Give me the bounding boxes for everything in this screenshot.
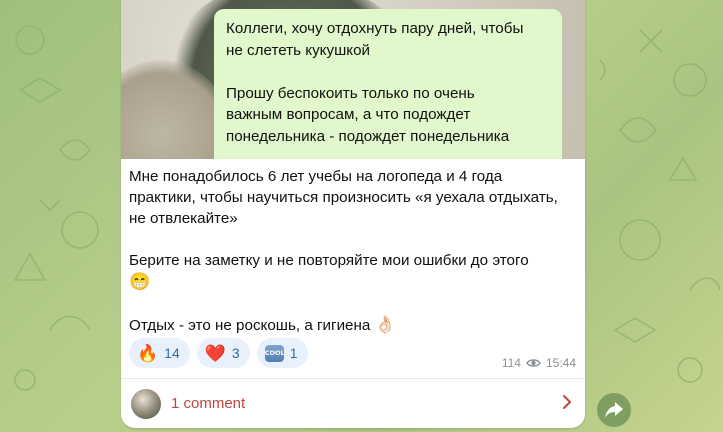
message-paragraph-3: Отдых - это не роскошь, а гигиена 👌🏻: [129, 314, 569, 336]
message-paragraph-3-text: Отдых - это не роскошь, а гигиена: [129, 317, 371, 334]
view-count: 114: [501, 356, 521, 370]
commenter-avatar: [131, 388, 161, 419]
heart-emoji: ❤️: [204, 343, 226, 363]
post-meta: 114 15:44: [502, 356, 576, 370]
comments-button[interactable]: 1 comment: [121, 379, 585, 428]
reactions-bar: 🔥 14 ❤️ 3 COOL 1: [129, 338, 308, 368]
channel-post: Коллеги, хочу отдохнуть пару дней, чтобы…: [121, 0, 585, 428]
message-paragraph-2-text: Берите на заметку и не повторяйте мои ош…: [129, 252, 529, 269]
comments-label: 1 comment: [171, 395, 246, 412]
quote-paragraph-1: Коллеги, хочу отдохнуть пару дней, чтобы…: [226, 20, 524, 59]
post-photo[interactable]: Коллеги, хочу отдохнуть пару дней, чтобы…: [121, 0, 585, 159]
reaction-count: 14: [164, 345, 180, 361]
chevron-right-icon: [563, 395, 571, 409]
share-arrow-icon: [605, 402, 623, 418]
reaction-count: 3: [231, 345, 240, 361]
message-paragraph-2: Берите на заметку и не повторяйте мои ош…: [129, 250, 569, 293]
reaction-heart[interactable]: ❤️ 3: [196, 338, 250, 368]
photo-quoted-message: Коллеги, хочу отдохнуть пару дней, чтобы…: [214, 9, 562, 159]
grin-emoji: 😁: [129, 272, 151, 291]
cool-emoji: COOL: [264, 344, 285, 362]
reaction-count: 1: [289, 345, 298, 361]
post-time: 15:44: [545, 356, 576, 370]
eye-icon: [526, 359, 541, 367]
ok-hand-emoji: 👌🏻: [374, 315, 396, 334]
reaction-cool[interactable]: COOL 1: [256, 338, 308, 368]
quote-paragraph-2: Прошу беспокоить только по очень важным …: [226, 84, 510, 145]
share-button[interactable]: [597, 393, 631, 427]
message-text: Мне понадобилось 6 лет учебы на логопеда…: [129, 166, 569, 336]
fire-emoji: 🔥: [137, 343, 159, 363]
message-paragraph-1: Мне понадобилось 6 лет учебы на логопеда…: [129, 168, 558, 227]
reaction-fire[interactable]: 🔥 14: [129, 338, 190, 368]
